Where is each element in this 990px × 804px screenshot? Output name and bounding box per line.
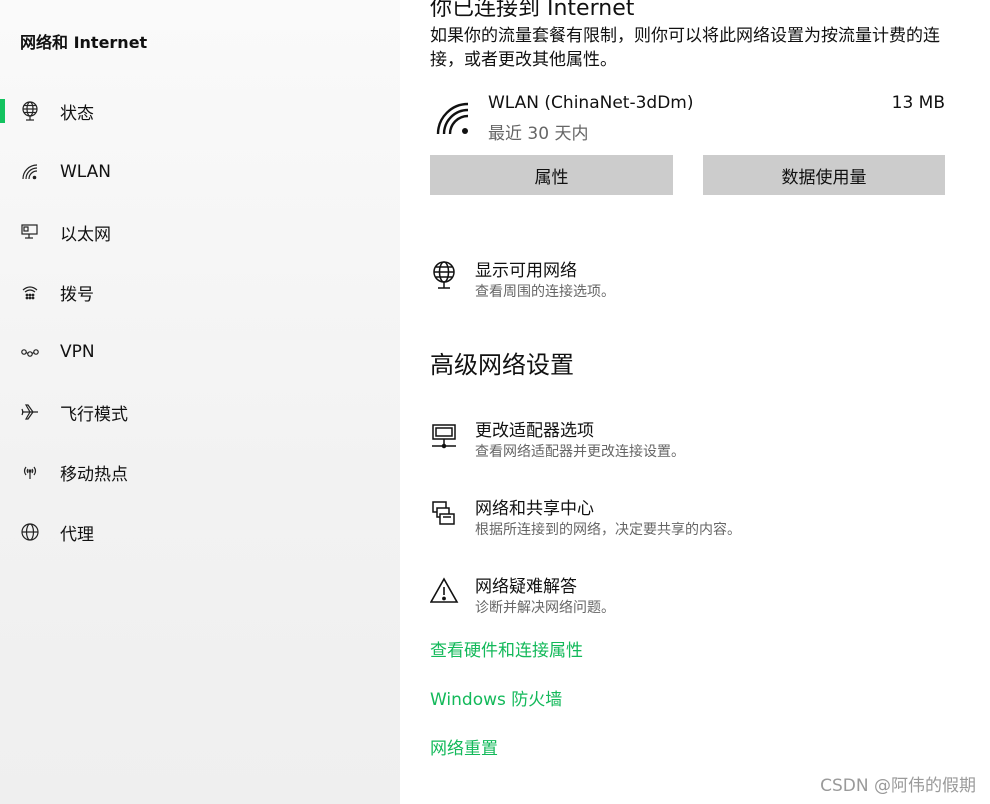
sidebar-item-label: 状态 bbox=[60, 103, 94, 124]
active-indicator bbox=[0, 99, 5, 123]
network-sharing-center[interactable]: 网络和共享中心 根据所连接到的网络，决定要共享的内容。 bbox=[430, 494, 960, 544]
row-title: 网络疑难解答 bbox=[475, 577, 577, 597]
wifi-signal-icon bbox=[434, 100, 474, 140]
network-troubleshooter[interactable]: 网络疑难解答 诊断并解决网络问题。 bbox=[429, 572, 960, 622]
sidebar-item-label: VPN bbox=[60, 342, 95, 362]
change-adapter-options[interactable]: 更改适配器选项 查看网络适配器并更改连接设置。 bbox=[430, 416, 960, 466]
sidebar-item-ethernet[interactable]: 以太网 bbox=[0, 210, 400, 254]
status-description: 如果你的流量套餐有限制，则你可以将此网络设置为按流量计费的连接，或者更改其他属性… bbox=[430, 26, 940, 70]
sidebar-item-wlan[interactable]: WLAN bbox=[0, 150, 400, 194]
sidebar-title: 网络和 Internet bbox=[20, 33, 148, 52]
adapter-monitor-icon bbox=[430, 420, 460, 450]
data-usage-button[interactable]: 数据使用量 bbox=[703, 155, 945, 195]
wifi-icon bbox=[20, 162, 40, 182]
hotspot-icon bbox=[20, 462, 40, 482]
row-subtitle: 根据所连接到的网络，决定要共享的内容。 bbox=[475, 522, 741, 538]
network-globe-icon bbox=[430, 260, 460, 290]
wlan-usage: 13 MB bbox=[891, 93, 945, 113]
main-content: 你已连接到 Internet 如果你的流量套餐有限制，则你可以将此网络设置为按流… bbox=[400, 0, 990, 804]
network-reset-link[interactable]: 网络重置 bbox=[430, 734, 498, 759]
sidebar-item-proxy[interactable]: 代理 bbox=[0, 510, 400, 554]
vpn-icon bbox=[20, 342, 40, 362]
sidebar-item-vpn[interactable]: VPN bbox=[0, 330, 400, 374]
windows-firewall-link[interactable]: Windows 防火墙 bbox=[430, 685, 562, 710]
row-subtitle: 查看周围的连接选项。 bbox=[475, 284, 615, 300]
sidebar-item-label: 拨号 bbox=[60, 284, 94, 305]
sidebar-item-label: 移动热点 bbox=[60, 464, 128, 485]
view-hardware-properties-link[interactable]: 查看硬件和连接属性 bbox=[430, 636, 583, 661]
sharing-center-icon bbox=[430, 498, 460, 528]
wlan-name: WLAN (ChinaNet-3dDm) bbox=[488, 93, 694, 113]
page-heading: 你已连接到 Internet bbox=[430, 0, 635, 21]
advanced-section-title: 高级网络设置 bbox=[430, 351, 574, 379]
show-available-networks[interactable]: 显示可用网络 查看周围的连接选项。 bbox=[430, 256, 960, 306]
sidebar-item-hotspot[interactable]: 移动热点 bbox=[0, 450, 400, 494]
ethernet-icon bbox=[20, 222, 40, 242]
row-subtitle: 诊断并解决网络问题。 bbox=[475, 600, 615, 616]
row-subtitle: 查看网络适配器并更改连接设置。 bbox=[475, 444, 685, 460]
watermark: CSDN @阿伟的假期 bbox=[820, 776, 976, 796]
warning-icon bbox=[429, 576, 460, 606]
dialup-icon bbox=[20, 282, 40, 302]
proxy-globe-icon bbox=[20, 522, 40, 542]
sidebar-item-status[interactable]: 状态 bbox=[0, 89, 400, 133]
row-title: 网络和共享中心 bbox=[475, 499, 594, 519]
sidebar-item-dialup[interactable]: 拨号 bbox=[0, 270, 400, 314]
row-title: 更改适配器选项 bbox=[475, 421, 594, 441]
sidebar-item-label: 代理 bbox=[60, 524, 94, 545]
sidebar: 网络和 Internet 状态 WLAN 以太网 拨号 VPN 飞行模式 移动热… bbox=[0, 0, 400, 804]
sidebar-item-label: WLAN bbox=[60, 162, 112, 182]
properties-button[interactable]: 属性 bbox=[430, 155, 673, 195]
globe-icon bbox=[20, 101, 40, 121]
wlan-period: 最近 30 天内 bbox=[488, 124, 589, 144]
sidebar-item-label: 以太网 bbox=[60, 224, 111, 245]
airplane-icon bbox=[20, 402, 40, 422]
sidebar-item-airplane[interactable]: 飞行模式 bbox=[0, 390, 400, 434]
row-title: 显示可用网络 bbox=[475, 261, 577, 281]
sidebar-item-label: 飞行模式 bbox=[60, 404, 128, 425]
